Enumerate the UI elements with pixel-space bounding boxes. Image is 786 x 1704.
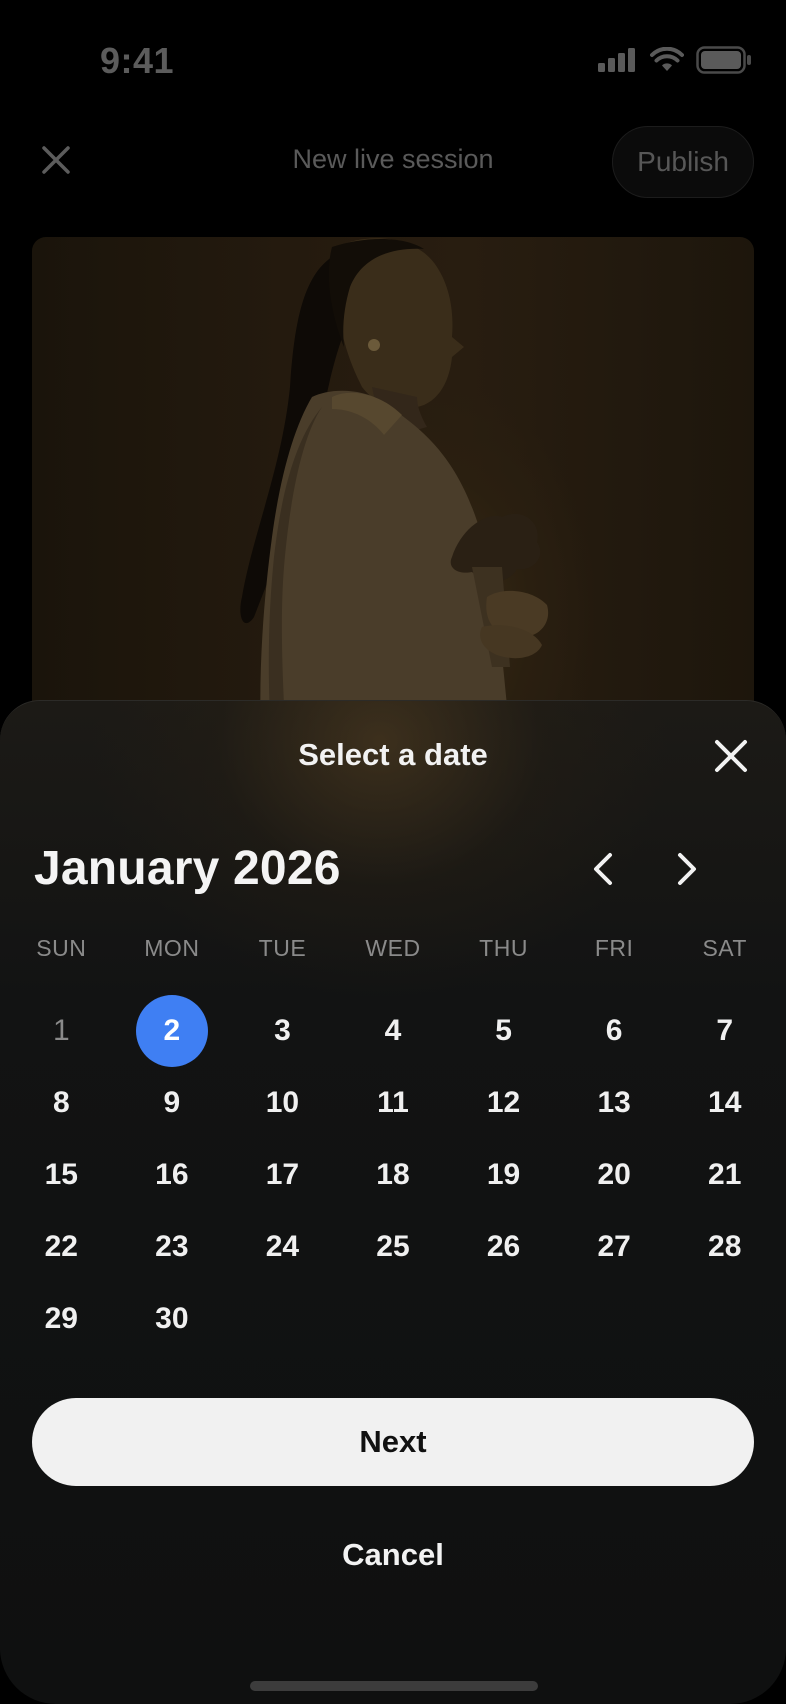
weekday-label: THU xyxy=(479,935,528,961)
home-indicator[interactable] xyxy=(250,1681,538,1691)
day-number: 14 xyxy=(708,1086,742,1119)
day-number: 10 xyxy=(265,1086,300,1119)
weekday-label: MON xyxy=(144,935,200,961)
day-number: 7 xyxy=(716,1014,734,1047)
calendar-day[interactable]: 22 xyxy=(6,1211,117,1283)
day-number: 4 xyxy=(384,1014,402,1047)
cancel-button[interactable]: Cancel xyxy=(0,1537,786,1573)
day-number: 21 xyxy=(708,1158,742,1191)
weekday-label: SAT xyxy=(702,935,747,961)
close-icon[interactable] xyxy=(710,735,752,777)
top-header: New live session Publish xyxy=(0,122,786,202)
day-number: 22 xyxy=(44,1230,78,1263)
calendar-day[interactable]: 25 xyxy=(338,1211,449,1283)
status-time: 9:41 xyxy=(100,40,175,81)
date-picker-sheet: Select a date January 2026 SUN MON TUE W… xyxy=(0,700,786,1704)
day-number: 18 xyxy=(376,1158,410,1191)
calendar-day[interactable]: 24 xyxy=(227,1211,338,1283)
day-number: 5 xyxy=(495,1014,512,1047)
cover-photo xyxy=(32,237,754,757)
calendar-grid: 1 2 3 4 5 6 7 8 9 10 11 12 13 14 15 16 1… xyxy=(6,995,780,1355)
calendar-day[interactable]: 10 xyxy=(227,1067,338,1139)
day-number: 16 xyxy=(155,1158,189,1191)
calendar-day[interactable]: 3 xyxy=(227,995,338,1067)
calendar-day[interactable]: 20 xyxy=(559,1139,670,1211)
calendar-day[interactable]: 7 xyxy=(669,995,780,1067)
day-number: 6 xyxy=(605,1014,623,1047)
chevron-right-icon[interactable] xyxy=(662,845,710,893)
weekday-label: TUE xyxy=(258,935,307,961)
day-number: 13 xyxy=(597,1086,631,1119)
calendar-day[interactable]: 18 xyxy=(338,1139,449,1211)
day-number: 25 xyxy=(376,1230,410,1263)
calendar-day[interactable]: 30 xyxy=(117,1283,228,1355)
calendar-day-selected[interactable]: 2 xyxy=(117,995,228,1067)
weekday-label: FRI xyxy=(594,935,634,961)
calendar-day[interactable]: 14 xyxy=(669,1067,780,1139)
weekday-label: SUN xyxy=(36,935,87,961)
day-number: 2 xyxy=(135,995,208,1067)
day-number: 11 xyxy=(377,1086,409,1119)
calendar-day[interactable]: 9 xyxy=(117,1067,228,1139)
day-number: 23 xyxy=(155,1230,189,1263)
day-number: 27 xyxy=(597,1230,631,1263)
day-number: 28 xyxy=(708,1230,742,1263)
calendar-day[interactable]: 19 xyxy=(448,1139,559,1211)
calendar-day[interactable]: 17 xyxy=(227,1139,338,1211)
calendar-day[interactable]: 6 xyxy=(559,995,670,1067)
month-label: January 2026 xyxy=(34,842,341,895)
day-number: 19 xyxy=(486,1158,521,1191)
day-number: 9 xyxy=(163,1086,181,1119)
calendar-day[interactable]: 29 xyxy=(6,1283,117,1355)
calendar-day[interactable]: 5 xyxy=(448,995,559,1067)
calendar-day[interactable]: 26 xyxy=(448,1211,559,1283)
calendar-day[interactable]: 8 xyxy=(6,1067,117,1139)
calendar-day[interactable]: 27 xyxy=(559,1211,670,1283)
day-number: 1 xyxy=(52,1014,70,1047)
battery-icon xyxy=(696,46,751,74)
day-number: 29 xyxy=(44,1302,78,1335)
day-number: 24 xyxy=(265,1230,300,1263)
day-number: 26 xyxy=(486,1230,521,1263)
chevron-left-icon[interactable] xyxy=(580,845,628,893)
calendar-day[interactable]: 16 xyxy=(117,1139,228,1211)
phone-screen: 9:41 New live session Publish Select a d… xyxy=(0,0,786,1704)
day-number: 20 xyxy=(597,1158,631,1191)
calendar-day[interactable]: 13 xyxy=(559,1067,670,1139)
calendar-day[interactable]: 4 xyxy=(338,995,449,1067)
calendar-day[interactable]: 15 xyxy=(6,1139,117,1211)
day-number: 30 xyxy=(155,1302,189,1335)
day-number: 17 xyxy=(265,1158,300,1191)
weekday-header: SUN MON TUE WED THU FRI SAT xyxy=(6,935,780,962)
day-number: 15 xyxy=(44,1158,78,1191)
calendar-day[interactable]: 21 xyxy=(669,1139,780,1211)
calendar-day[interactable]: 11 xyxy=(338,1067,449,1139)
calendar-day[interactable]: 1 xyxy=(6,995,117,1067)
status-bar: 9:41 xyxy=(0,0,786,120)
sheet-title: Select a date xyxy=(298,737,488,772)
portrait-illustration xyxy=(240,238,549,757)
next-button[interactable]: Next xyxy=(32,1398,754,1486)
wifi-icon xyxy=(650,47,684,71)
day-number: 12 xyxy=(486,1086,521,1119)
day-number: 3 xyxy=(274,1014,291,1047)
status-icons xyxy=(598,46,752,74)
calendar-day[interactable]: 28 xyxy=(669,1211,780,1283)
publish-button[interactable]: Publish xyxy=(612,126,754,198)
calendar-day[interactable]: 23 xyxy=(117,1211,228,1283)
day-number: 8 xyxy=(52,1086,70,1119)
weekday-label: WED xyxy=(365,935,421,961)
signal-icon xyxy=(598,48,635,72)
calendar-day[interactable]: 12 xyxy=(448,1067,559,1139)
